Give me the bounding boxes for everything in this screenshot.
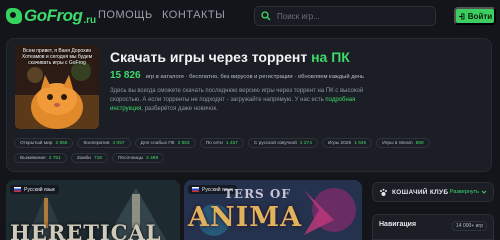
category-tag[interactable]: Для слабых ПК 3 863 [134,138,196,148]
tag-label: Песочницы [117,155,144,161]
category-tag[interactable]: С русской озвучкой 2 274 [247,138,318,148]
navigation-count-badge: 14 000+ игр [452,221,487,231]
tag-count: 3 863 [177,140,190,146]
tag-count: 2 274 [299,140,312,146]
login-icon [458,13,465,19]
hero-title-accent: на ПК [311,49,350,65]
navigation-panel: Навигация 14 000+ игр [372,214,494,240]
game-card-heretical[interactable]: Русский язык HERETICAL [6,180,180,240]
tag-label: Для слабых ПК [140,140,175,146]
expand-button[interactable]: Развернуть [450,189,479,195]
tag-count: 718 [93,155,102,161]
category-tag[interactable]: Открытый мир 2 856 [14,138,74,148]
russian-flag-icon [192,187,199,192]
tag-label: С русской озвучкой [253,140,297,146]
category-tag[interactable]: Игры в Steam 888 [376,138,430,148]
login-label: Войти [467,11,493,21]
hero-stats: 15 826 игр в каталоге · бесплатно, без в… [110,70,364,81]
russian-flag-icon [14,187,21,192]
tag-count: 1 457 [225,140,238,146]
nav-contacts-link[interactable]: КОНТАКТЫ [162,9,225,21]
tag-label: Игры в Steam [382,140,413,146]
search-box[interactable] [254,6,436,26]
hero-description: Здесь вы всегда сможете скачать последню… [110,87,370,114]
logo-text: GoFrog [24,6,83,25]
category-tag[interactable]: Зомби 718 [70,153,108,163]
hero-image: Всем привет, я Ваня Дорохин Хотеамов и с… [15,45,99,129]
tag-count: 2 751 [48,155,61,161]
hero-title-main: Скачать игры через торрент [110,49,312,65]
search-icon [261,11,271,21]
category-tag[interactable]: Игры 2026 1 645 [321,138,373,148]
tag-label: Зомби [76,155,91,161]
cat-club-label: КОШАЧИЙ КЛУБ [392,188,449,196]
hero-title: Скачать игры через торрент на ПК [110,49,350,65]
hero-image-caption: Всем привет, я Ваня Дорохин Хотеамов и с… [21,48,93,66]
site-header: GoFrog .ru ПОМОЩЬ КОНТАКТЫ Войти [0,0,500,32]
tag-label: Кооператив [83,140,110,146]
nav-help-link[interactable]: ПОМОЩЬ [98,9,153,21]
tag-count: 4 057 [112,140,125,146]
game-title: HERETICAL [10,220,162,240]
tag-count: 888 [415,140,424,146]
paw-icon [380,188,387,196]
logo-suffix: .ru [83,14,97,26]
tag-label: Игры 2026 [327,140,352,146]
tag-label: Открытый мир [20,140,53,146]
tag-count: 1 645 [354,140,367,146]
badge-label: Русский язык [24,186,55,193]
category-tag[interactable]: Выживание 2 751 [14,153,67,163]
game-count: 15 826 [110,70,141,81]
site-logo[interactable]: GoFrog .ru [6,4,96,28]
search-input[interactable] [277,11,427,21]
hero-desc-part2: , разберётся даже новичок. [141,106,218,112]
category-tags: Открытый мир 2 856 Кооператив 4 057 Для слаб… [14,138,484,163]
navigation-label: Навигация [379,221,417,228]
tag-label: Выживание [20,155,46,161]
login-button[interactable]: Войти [454,7,496,25]
tag-count: 2 488 [146,155,159,161]
tag-count: 2 856 [55,140,68,146]
game-title-top: TERS OF [224,187,291,201]
cat-club-panel[interactable]: КОШАЧИЙ КЛУБ Развернуть [372,182,494,202]
game-card-anima[interactable]: Русский язык TERS OF ANIMA [184,180,362,240]
category-tag[interactable]: По сети 1 457 [199,138,244,148]
category-tag[interactable]: Песочницы 2 488 [111,153,165,163]
frog-logo-icon [6,8,22,24]
game-title: ANIMA [188,202,303,233]
chevron-down-icon[interactable] [481,189,487,195]
language-badge: Русский язык [10,185,59,194]
hero-stats-text: игр в каталоге · бесплатно, без вирусов … [145,74,365,80]
tag-label: По сети [205,140,223,146]
category-tag[interactable]: Кооператив 4 057 [77,138,131,148]
